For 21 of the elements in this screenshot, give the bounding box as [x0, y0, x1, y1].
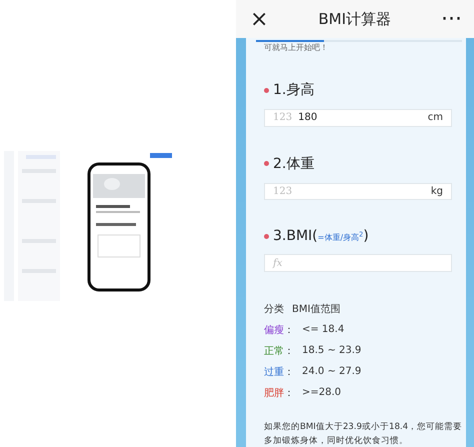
- column-header: 分类: [264, 302, 284, 316]
- category-label: 过重：: [264, 366, 294, 379]
- more-button[interactable]: ···: [441, 6, 462, 32]
- close-button[interactable]: ×: [250, 6, 268, 32]
- question-label: 2.体重: [273, 154, 314, 173]
- advice-text: 如果您的BMI值大于23.9或小于18.4，您可能需要: [264, 421, 462, 434]
- question-label: 1.身高: [273, 81, 314, 99]
- input-field[interactable]: 123 180 cm: [264, 109, 452, 127]
- range-text: 18.5 ~ 23.9: [302, 345, 362, 356]
- range-text: >=28.0: [302, 387, 342, 398]
- page-title: BMI计算器: [318, 10, 392, 28]
- question-label: 3.BMI(=体重/身高$^{2}$): [273, 228, 369, 244]
- range-text: 24.0 ~ 27.9: [302, 366, 362, 378]
- category-label: 偏瘦：: [264, 324, 294, 337]
- range-text: <= 18.4: [302, 324, 344, 336]
- input-field[interactable]: 123 kg: [264, 182, 452, 200]
- intro-text: 可就马上开始吧！: [264, 43, 328, 53]
- category-label: 肥胖：: [264, 386, 294, 400]
- column-header: BMI值范围: [292, 302, 340, 316]
- category-label: 正常：: [264, 344, 294, 358]
- advice-text: 多加锻炼身体，同时优化饮食习惯。: [264, 435, 409, 447]
